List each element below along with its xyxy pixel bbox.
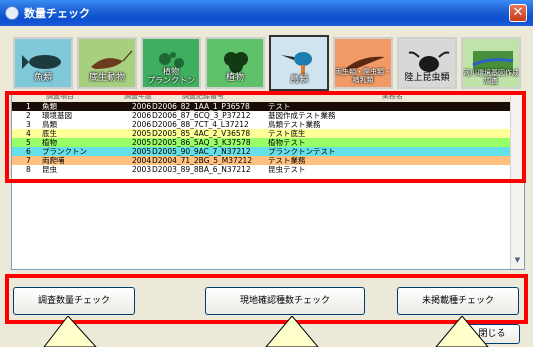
count-check-window: 数量チェック ✕ 魚類 底生動物 植物 プランクトン 植物 鳥類 両生類・爬虫類… [0, 0, 533, 347]
tab-label: 植物 [225, 73, 244, 83]
category-tabs: 魚類 底生動物 植物 プランクトン 植物 鳥類 両生類・爬虫類・哺乳類 陸上昆虫… [11, 35, 521, 92]
tab-label: 植物 プランクトン [147, 67, 195, 85]
tab-amphibians-reptiles-mammals[interactable]: 両生類・爬虫類・哺乳類 [333, 37, 393, 89]
callout-pointer [265, 316, 319, 347]
list-highlight-box [5, 91, 526, 183]
tab-insects[interactable]: 陸上昆虫類 [397, 37, 457, 89]
app-icon [5, 6, 19, 20]
tab-benthos[interactable]: 底生動物 [77, 37, 137, 89]
tab-fish[interactable]: 魚類 [13, 37, 73, 89]
tab-label: 鳥類 [289, 75, 308, 85]
callout-pointer [43, 316, 97, 347]
tab-label: 陸上昆虫類 [404, 73, 450, 83]
tab-birds[interactable]: 鳥類 [269, 35, 329, 91]
tab-phytoplankton[interactable]: 植物 プランクトン [141, 37, 201, 89]
window-title: 数量チェック [24, 7, 90, 20]
tab-plants[interactable]: 植物 [205, 37, 265, 89]
tab-river-environment-map[interactable]: 河川環境基図作成調査 [461, 37, 521, 89]
tab-label: 両生類・爬虫類・哺乳類 [335, 68, 391, 84]
tab-label: 底生動物 [88, 73, 125, 83]
callout-pointer [435, 316, 489, 347]
tab-label: 魚類 [33, 73, 52, 83]
scroll-down-button[interactable]: ▼ [512, 255, 523, 266]
tab-label: 河川環境基図作成調査 [463, 69, 519, 85]
title-bar: 数量チェック ✕ [0, 0, 533, 26]
close-window-button[interactable]: ✕ [509, 4, 527, 22]
